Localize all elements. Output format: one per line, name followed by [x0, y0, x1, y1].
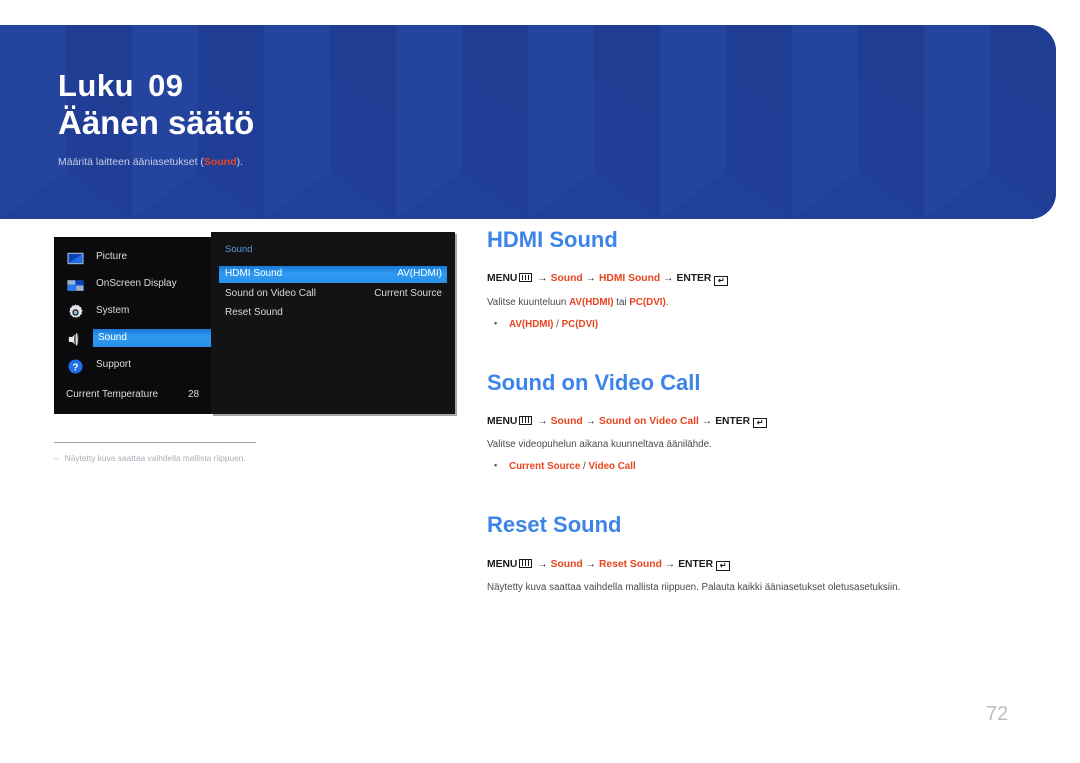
- chapter-banner: Luku 09 Äänen säätö Määritä laitteen ääni…: [0, 25, 1056, 219]
- option-separator: /: [580, 461, 589, 473]
- onscreen-display-icon: [67, 280, 84, 291]
- sidebar-item-sound[interactable]: Sound: [54, 326, 212, 353]
- menu-path: MENU → Sound → Reset Sound → ENTER ↵: [487, 558, 1027, 572]
- menu-grid-icon: [519, 273, 533, 283]
- path-arrow: →: [537, 415, 548, 427]
- section-description: Näytetty kuva saattaa vaihdella mallista…: [487, 582, 901, 594]
- enter-return-icon: ↵: [753, 418, 768, 429]
- section-options: AV(HDMI) / PC(DVI): [487, 318, 1027, 330]
- menu-path: MENU → Sound → Sound on Video Call → ENTER ↵: [487, 415, 1027, 429]
- desc-part: PC(DVI): [629, 296, 666, 308]
- current-temperature-value: 28: [188, 389, 200, 400]
- osd-row-label: Reset Sound: [225, 307, 283, 318]
- osd-menu-screenshot: Picture OnScreen Display System Sound ? …: [54, 232, 455, 414]
- question-circle-icon: ?: [68, 359, 83, 374]
- footnote: ‒ Näytetty kuva saattaa vaihdella mallist…: [54, 453, 246, 463]
- desc-part: AV(HDMI): [569, 296, 614, 308]
- osd-sidebar: Picture OnScreen Display System Sound ? …: [54, 237, 212, 414]
- path-arrow: →: [537, 558, 548, 570]
- sidebar-item-onscreen-display[interactable]: OnScreen Display: [54, 272, 212, 299]
- enter-label: ENTER: [676, 273, 712, 285]
- menu-label: MENU: [487, 273, 518, 285]
- section-heading: Sound on Video Call: [487, 369, 701, 395]
- current-temperature-label: Current Temperature: [66, 389, 159, 400]
- page-number: 72: [986, 703, 1009, 725]
- path-arrow: →: [663, 273, 674, 285]
- osd-row-value: AV(HDMI): [397, 268, 442, 279]
- option-separator: /: [553, 318, 562, 330]
- section-description: Valitse kuunteluun AV(HDMI) tai PC(DVI).: [487, 297, 1027, 308]
- menu-label: MENU: [487, 415, 518, 427]
- speaker-icon: [68, 333, 80, 346]
- current-temperature-row: Current Temperature 28: [54, 385, 212, 407]
- section-heading: Reset Sound: [487, 512, 622, 538]
- desc-part: tai: [613, 296, 630, 308]
- osd-row-label: HDMI Sound: [225, 268, 283, 279]
- footnote-divider: [54, 442, 256, 443]
- sidebar-item-system[interactable]: System: [54, 299, 212, 326]
- desc-part: Valitse kuunteluun: [487, 296, 570, 308]
- enter-label: ENTER: [715, 415, 751, 427]
- section-heading: HDMI Sound: [487, 227, 618, 252]
- path-step-2: HDMI Sound: [598, 273, 661, 285]
- subtitle-highlight: Sound: [203, 156, 237, 169]
- sidebar-item-label: Picture: [96, 251, 128, 262]
- section-hdmi-sound: HDMI Sound MENU → Sound → HDMI Sound → ENTER ↵ …: [487, 227, 1027, 330]
- osd-row-hdmi-sound[interactable]: HDMI Sound AV(HDMI): [219, 266, 447, 283]
- gear-icon: [69, 304, 83, 318]
- enter-label: ENTER: [678, 558, 714, 570]
- sidebar-item-label: OnScreen Display: [96, 278, 177, 289]
- footnote-dash: ‒: [54, 453, 59, 463]
- section-options: Current Source / Video Call: [487, 460, 1027, 473]
- chapter-number: 09: [148, 68, 184, 103]
- osd-submenu-panel: Sound HDMI Sound AV(HDMI) Sound on Video…: [211, 232, 455, 414]
- svg-text:?: ?: [72, 362, 78, 373]
- path-step-1: Sound: [550, 273, 583, 285]
- desc-part: .: [665, 296, 669, 308]
- option-1: AV(HDMI): [509, 318, 554, 330]
- menu-label: MENU: [487, 558, 518, 570]
- section-description: Valitse videopuhelun aikana kuunneltava …: [487, 439, 712, 451]
- option-2: Video Call: [588, 461, 636, 473]
- chapter-subtitle: Määritä laitteen ääniasetukset (Sound).: [58, 156, 254, 168]
- menu-grid-icon: [519, 415, 533, 425]
- path-step-2: Reset Sound: [598, 558, 662, 570]
- osd-panel-title: Sound: [225, 244, 253, 255]
- menu-grid-icon: [519, 558, 533, 568]
- banner-text-block: Luku 09 Äänen säätö Määritä laitteen ääni…: [58, 67, 254, 168]
- option-1: Current Source: [509, 461, 581, 473]
- option-2: PC(DVI): [561, 318, 599, 330]
- path-step-1: Sound: [550, 558, 583, 570]
- subtitle-pre: Määritä laitteen ääniasetukset (: [58, 156, 204, 169]
- path-arrow: →: [585, 558, 596, 570]
- sidebar-item-label: System: [96, 305, 130, 316]
- subtitle-post: ).: [236, 156, 244, 169]
- sidebar-item-picture[interactable]: Picture: [54, 245, 212, 272]
- path-arrow: →: [585, 273, 596, 285]
- osd-row-label: Sound on Video Call: [225, 288, 316, 299]
- path-arrow: →: [664, 558, 676, 570]
- section-reset-sound: Reset Sound MENU → Sound → Reset Sound → ENTER…: [487, 513, 1027, 593]
- path-step-2: Sound on Video Call: [598, 415, 699, 427]
- osd-row-value: Current Source: [374, 288, 442, 299]
- sidebar-item-label: Support: [96, 359, 132, 370]
- sidebar-item-support[interactable]: ? Support: [54, 353, 212, 380]
- chapter-line: Luku 09: [58, 67, 254, 105]
- main-content: HDMI Sound MENU → Sound → HDMI Sound → ENTER ↵ …: [487, 227, 1027, 593]
- sidebar-item-label: Sound: [98, 332, 127, 343]
- osd-row-reset-sound[interactable]: Reset Sound: [219, 305, 447, 322]
- enter-return-icon: ↵: [716, 561, 731, 572]
- section-sound-on-video-call: Sound on Video Call MENU → Sound → Sound on …: [487, 369, 1027, 473]
- path-arrow: →: [585, 415, 596, 427]
- picture-icon: [67, 252, 84, 265]
- footnote-text: Näytetty kuva saattaa vaihdella mallista…: [64, 453, 246, 463]
- osd-row-sound-on-video-call[interactable]: Sound on Video Call Current Source: [219, 286, 447, 303]
- menu-path: MENU → Sound → HDMI Sound → ENTER ↵: [487, 273, 1027, 286]
- path-arrow: →: [701, 415, 713, 427]
- path-step-1: Sound: [550, 415, 583, 427]
- enter-return-icon: ↵: [714, 275, 729, 286]
- chapter-title: Äänen säätö: [58, 103, 255, 141]
- chapter-word: Luku: [58, 68, 135, 103]
- path-arrow: →: [537, 273, 548, 285]
